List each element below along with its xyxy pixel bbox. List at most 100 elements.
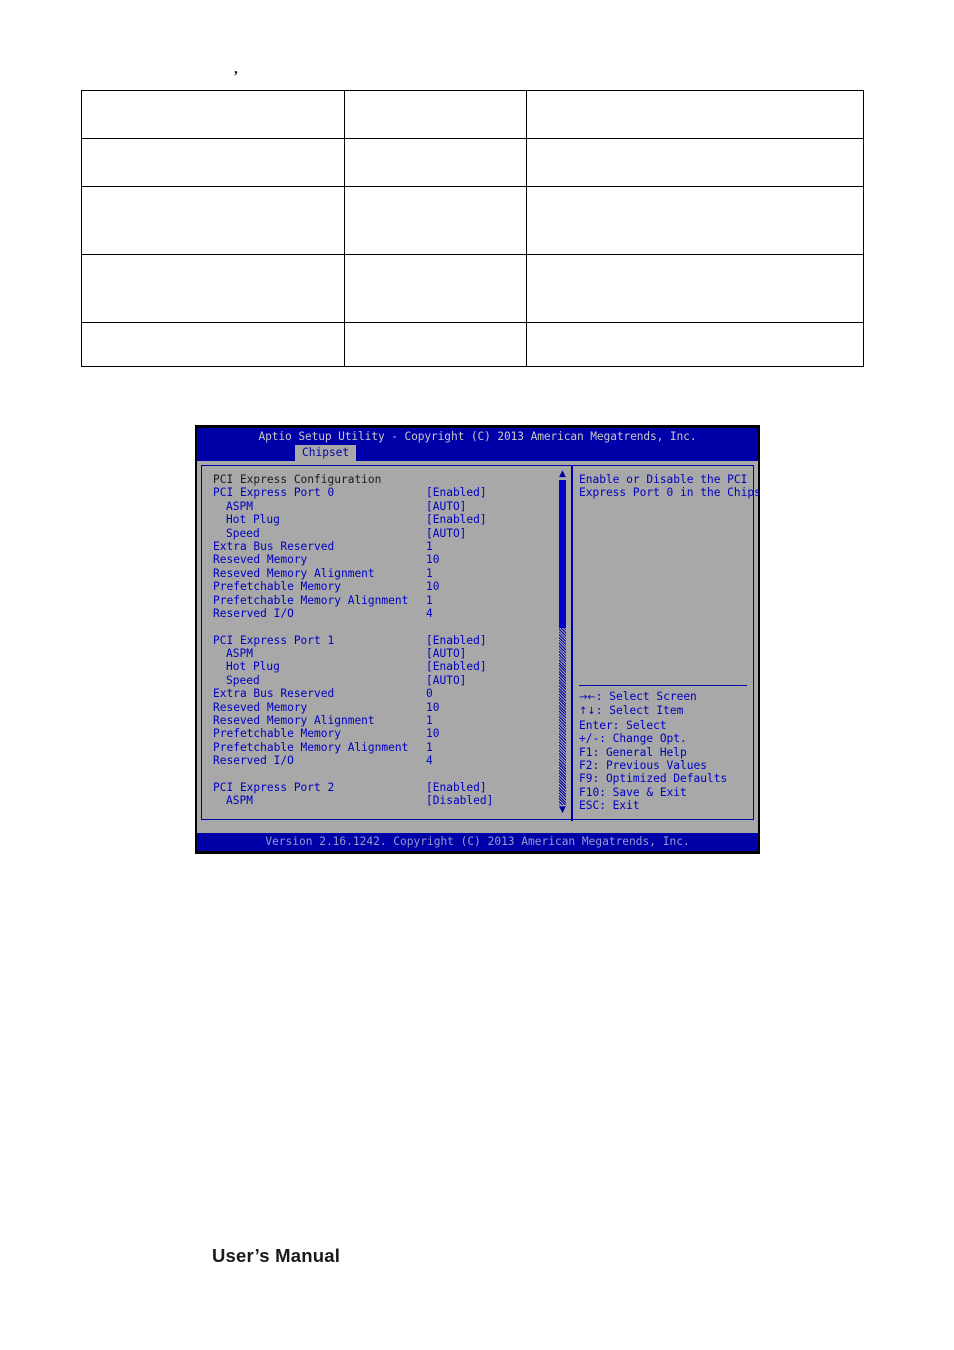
- setting-value[interactable]: 10: [426, 701, 439, 714]
- settings-spacer: [213, 620, 573, 633]
- setting-row[interactable]: Hot Plug [Enabled]: [213, 513, 573, 526]
- setting-label: Speed: [226, 526, 260, 540]
- key-legend-text: F2: Previous Values: [579, 759, 707, 773]
- setting-label: PCI Express Port 2: [213, 781, 335, 794]
- setting-value[interactable]: 10: [426, 553, 439, 566]
- settings-list: PCI Express Port 0 [Enabled] ASPM [AUTO] Hot…: [213, 486, 573, 807]
- setting-row[interactable]: PCI Express Port 0 [Enabled]: [213, 486, 573, 499]
- setting-row[interactable]: Reseved Memory 10: [213, 553, 573, 566]
- table-cell: [344, 186, 527, 255]
- setting-value[interactable]: [AUTO]: [426, 500, 466, 513]
- setting-label: ASPM: [226, 794, 253, 808]
- page-footer-label: User’s Manual: [212, 1245, 341, 1266]
- setting-value[interactable]: 1: [426, 540, 433, 553]
- setting-value[interactable]: 1: [426, 594, 433, 607]
- setting-value[interactable]: 4: [426, 607, 433, 620]
- setting-value[interactable]: 10: [426, 580, 439, 593]
- bios-screen: Aptio Setup Utility - Copyright (C) 2013…: [197, 428, 760, 851]
- help-pane: Enable or Disable the PCI Express Port 0…: [573, 466, 760, 819]
- table-cell: [526, 322, 864, 367]
- setting-label: Reserved I/O: [213, 754, 294, 768]
- setting-row[interactable]: Reserved I/O 4: [213, 607, 573, 620]
- setting-row[interactable]: Speed [AUTO]: [213, 527, 573, 540]
- setting-value[interactable]: [Enabled]: [426, 634, 487, 647]
- scrollbar-track[interactable]: [559, 480, 566, 805]
- setting-label: Prefetchable Memory: [213, 727, 341, 741]
- setting-value[interactable]: [Enabled]: [426, 781, 487, 794]
- setting-row[interactable]: Speed [AUTO]: [213, 674, 573, 687]
- key-legend-text: F9: Optimized Defaults: [579, 772, 728, 786]
- setting-value[interactable]: [AUTO]: [426, 674, 466, 687]
- setting-label: Extra Bus Reserved: [213, 687, 335, 701]
- help-divider: [579, 685, 747, 686]
- table-cell: [526, 138, 864, 187]
- table-cell: [344, 254, 527, 323]
- setting-value[interactable]: [Enabled]: [426, 513, 487, 526]
- setting-value[interactable]: 4: [426, 754, 433, 767]
- table-cell: [344, 322, 527, 367]
- setting-row[interactable]: Reseved Memory Alignment 1: [213, 714, 573, 727]
- setting-label: Prefetchable Memory: [213, 580, 341, 594]
- bios-version-bar: Version 2.16.1242. Copyright (C) 2013 Am…: [197, 833, 758, 851]
- setting-row[interactable]: PCI Express Port 2 [Enabled]: [213, 781, 573, 794]
- table-body: [81, 90, 864, 367]
- setting-label: Reserved I/O: [213, 606, 294, 620]
- key-legend-text: : Select Screen: [595, 690, 697, 703]
- setting-row[interactable]: Prefetchable Memory 10: [213, 580, 573, 593]
- setting-value[interactable]: [AUTO]: [426, 647, 466, 660]
- scrollbar-thumb[interactable]: [559, 480, 566, 628]
- setting-value[interactable]: 1: [426, 567, 433, 580]
- setting-row[interactable]: Reserved I/O 4: [213, 754, 573, 767]
- setting-value[interactable]: 1: [426, 741, 433, 754]
- table-cell: [81, 254, 345, 323]
- setting-row[interactable]: Prefetchable Memory Alignment 1: [213, 741, 573, 754]
- table-row: [81, 254, 864, 323]
- key-legend-line: F10: Save & Exit: [579, 786, 727, 799]
- setting-value[interactable]: [Enabled]: [426, 486, 487, 499]
- setting-label: Reseved Memory: [213, 553, 308, 567]
- table-cell: [526, 90, 864, 139]
- setting-row[interactable]: Prefetchable Memory Alignment 1: [213, 594, 573, 607]
- specification-table: [81, 90, 864, 367]
- setting-row[interactable]: Prefetchable Memory 10: [213, 727, 573, 740]
- table-row: [81, 90, 864, 139]
- bios-screenshot: Aptio Setup Utility - Copyright (C) 2013…: [195, 425, 760, 854]
- setting-row[interactable]: Hot Plug [Enabled]: [213, 660, 573, 673]
- setting-label: Prefetchable Memory Alignment: [213, 593, 409, 607]
- table-cell: [81, 186, 345, 255]
- setting-row[interactable]: PCI Express Port 1 [Enabled]: [213, 634, 573, 647]
- setting-label: Reseved Memory Alignment: [213, 714, 375, 728]
- setting-row[interactable]: Extra Bus Reserved 1: [213, 540, 573, 553]
- key-legend-line: →←: Select Screen: [579, 690, 727, 704]
- setting-value[interactable]: 1: [426, 714, 433, 727]
- setting-row[interactable]: Reseved Memory Alignment 1: [213, 567, 573, 580]
- setting-value[interactable]: 10: [426, 727, 439, 740]
- bios-title-bar: Aptio Setup Utility - Copyright (C) 2013…: [197, 428, 758, 445]
- vertical-scrollbar[interactable]: ▲ ▼: [558, 470, 567, 815]
- setting-label: Speed: [226, 673, 260, 687]
- setting-label: Hot Plug: [226, 513, 280, 527]
- arrow-keys-icon: ↑↓: [579, 706, 596, 718]
- setting-row[interactable]: ASPM [AUTO]: [213, 500, 573, 513]
- table-cell: [526, 186, 864, 255]
- setting-row[interactable]: Reseved Memory 10: [213, 701, 573, 714]
- scroll-up-arrow-icon[interactable]: ▲: [558, 470, 567, 479]
- setting-value[interactable]: [AUTO]: [426, 527, 466, 540]
- setting-value[interactable]: [Enabled]: [426, 660, 487, 673]
- tab-chipset[interactable]: Chipset: [295, 445, 357, 461]
- setting-label: PCI Express Port 0: [213, 486, 335, 500]
- setting-value[interactable]: [Disabled]: [426, 794, 493, 807]
- setting-label: ASPM: [226, 499, 253, 513]
- key-legend-text: F10: Save & Exit: [579, 785, 687, 799]
- key-legend: →←: Select Screen ↑↓: Select Item Enter: S…: [579, 690, 727, 813]
- setting-label: Reseved Memory: [213, 700, 308, 714]
- setting-row[interactable]: ASPM [Disabled]: [213, 794, 573, 807]
- setting-label: Reseved Memory Alignment: [213, 566, 375, 580]
- setting-row[interactable]: ASPM [AUTO]: [213, 647, 573, 660]
- setting-value[interactable]: 0: [426, 687, 433, 700]
- help-text-line-1: Enable or Disable the PCI: [579, 473, 748, 486]
- setting-row[interactable]: Extra Bus Reserved 0: [213, 687, 573, 700]
- section-header: PCI Express Configuration: [213, 473, 382, 486]
- scroll-down-arrow-icon[interactable]: ▼: [558, 806, 567, 815]
- key-legend-text: : Select Item: [595, 704, 684, 718]
